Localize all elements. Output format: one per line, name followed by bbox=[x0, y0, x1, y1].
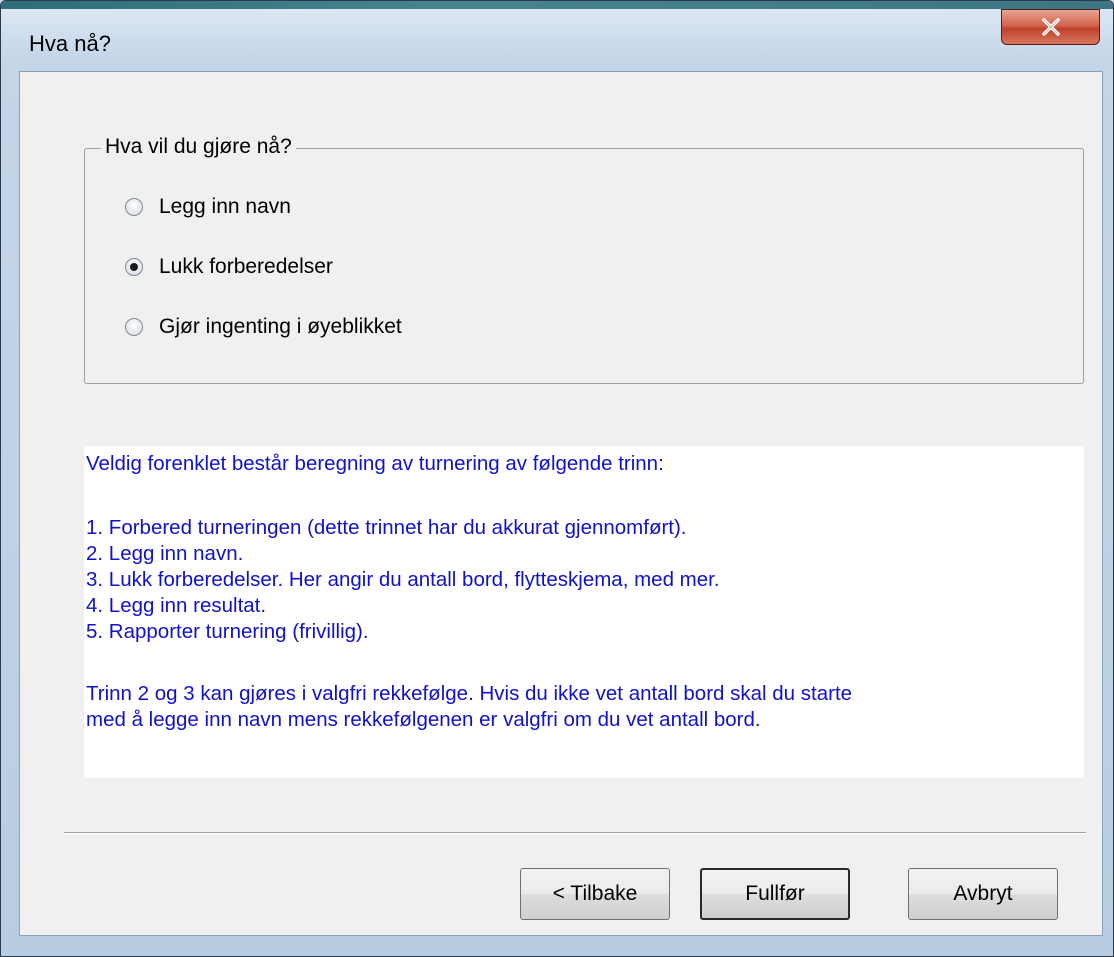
window-title: Hva nå? bbox=[29, 31, 111, 56]
info-text-box: Veldig forenklet består beregning av tur… bbox=[84, 446, 1084, 778]
info-step-5: 5. Rapporter turnering (frivillig). bbox=[86, 620, 369, 643]
button-separator bbox=[64, 832, 1086, 834]
radio-button[interactable] bbox=[125, 198, 143, 216]
radio-button-selected[interactable] bbox=[125, 258, 143, 276]
radio-label: Lukk forberedelser bbox=[159, 255, 333, 278]
info-step-4: 4. Legg inn resultat. bbox=[86, 594, 267, 617]
info-step-3: 3. Lukk forberedelser. Her angir du anta… bbox=[86, 568, 720, 591]
dialog-window: Hva nå? Hva vil du gjøre nå? Legg inn na… bbox=[0, 0, 1114, 957]
info-note-line-2: med å legge inn navn mens rekkefølgenen … bbox=[86, 708, 761, 731]
title-bar[interactable]: Hva nå? bbox=[1, 1, 1113, 71]
cancel-button[interactable]: Avbryt bbox=[908, 868, 1058, 920]
info-note-line-1: Trinn 2 og 3 kan gjøres i valgfri rekkef… bbox=[86, 682, 853, 705]
radio-dot-icon bbox=[130, 263, 138, 271]
close-icon bbox=[1041, 18, 1060, 36]
choice-groupbox: Hva vil du gjøre nå? Legg inn navn Lukk … bbox=[84, 135, 1084, 384]
radio-option-gjor-ingenting[interactable]: Gjør ingenting i øyeblikket bbox=[125, 315, 402, 339]
radio-option-lukk-forberedelser[interactable]: Lukk forberedelser bbox=[125, 255, 333, 279]
info-intro: Veldig forenklet består beregning av tur… bbox=[86, 452, 664, 475]
back-button[interactable]: < Tilbake bbox=[520, 868, 670, 920]
info-step-1: 1. Forbered turneringen (dette trinnet h… bbox=[86, 516, 687, 539]
close-button[interactable] bbox=[1001, 9, 1100, 45]
radio-label: Gjør ingenting i øyeblikket bbox=[159, 315, 402, 338]
radio-option-legg-inn-navn[interactable]: Legg inn navn bbox=[125, 195, 291, 219]
groupbox-legend: Hva vil du gjøre nå? bbox=[101, 135, 296, 159]
info-step-2: 2. Legg inn navn. bbox=[86, 542, 244, 565]
radio-label: Legg inn navn bbox=[159, 195, 291, 218]
dialog-client-area: Hva vil du gjøre nå? Legg inn navn Lukk … bbox=[19, 71, 1103, 936]
radio-button[interactable] bbox=[125, 318, 143, 336]
finish-button[interactable]: Fullfør bbox=[700, 868, 850, 920]
